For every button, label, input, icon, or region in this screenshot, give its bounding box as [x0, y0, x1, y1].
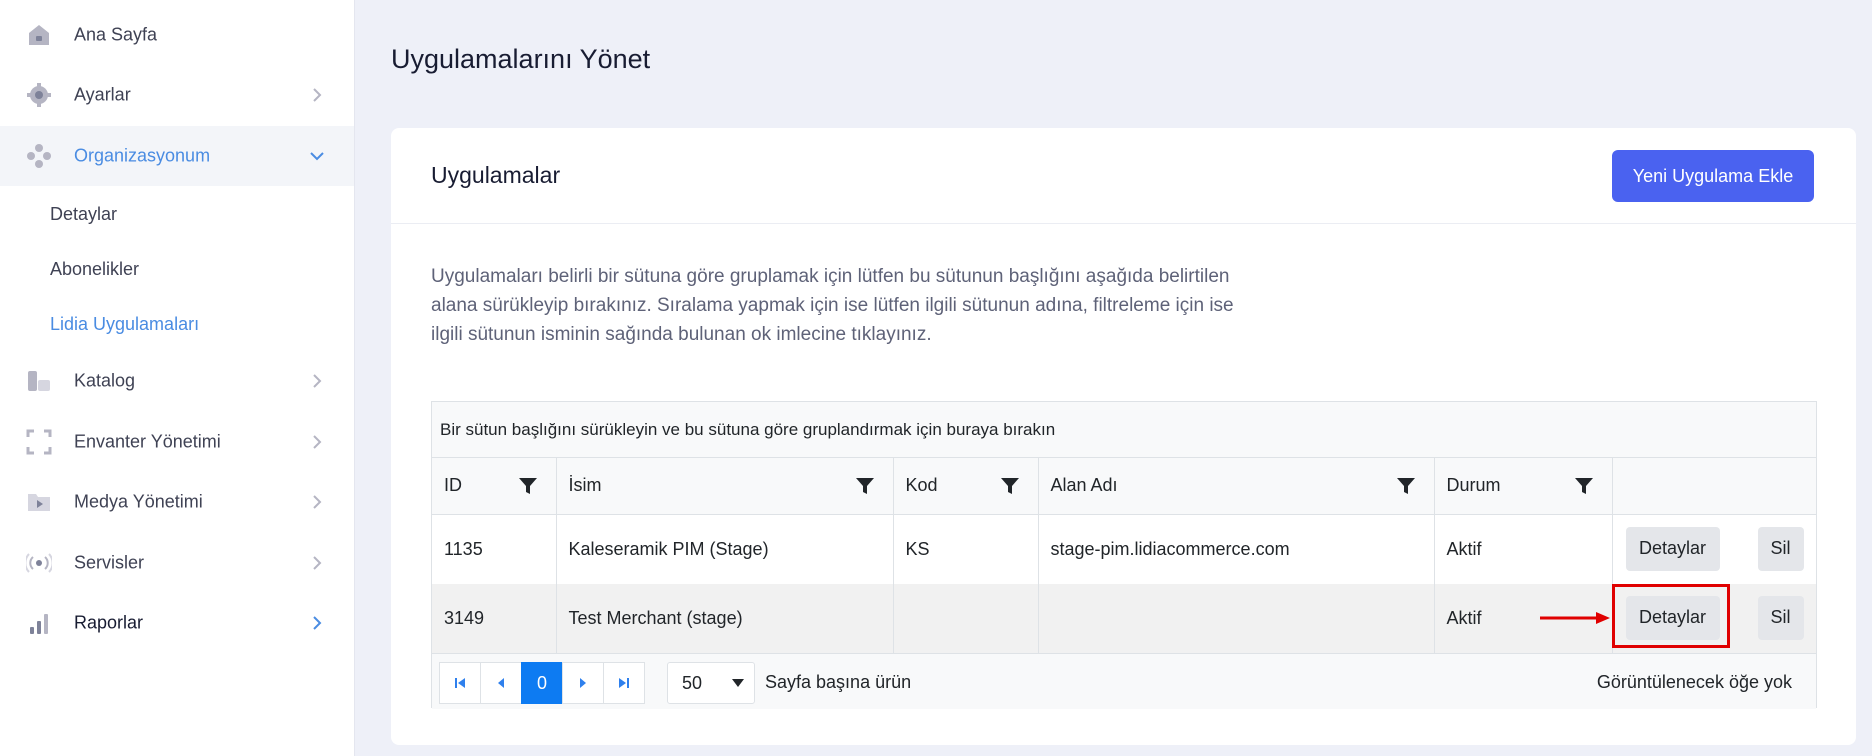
delete-button[interactable]: Sil [1757, 526, 1804, 571]
page-title: Uygulamalarını Yönet [391, 44, 651, 74]
next-page-icon [580, 678, 586, 688]
group-drop-panel[interactable]: Bir sütun başlığını sürükleyin ve bu süt… [432, 402, 1816, 458]
column-header-label: Kod [905, 475, 938, 496]
catalog-icon [24, 366, 54, 396]
gear-icon [24, 80, 54, 110]
cell-domain: stage-pim.lidiacommerce.com [1038, 514, 1435, 584]
column-header-label: ID [444, 475, 462, 496]
inventory-icon [24, 427, 54, 457]
column-header-status[interactable]: Durum [1434, 458, 1613, 515]
column-header-domain[interactable]: Alan Adı [1038, 458, 1435, 515]
applications-card: Uygulamalar Yeni Uygulama Ekle Uygulamal… [391, 128, 1856, 745]
home-icon [24, 20, 54, 50]
sidebar-item-label: Servisler [74, 552, 145, 573]
sidebar-item-label: Raporlar [74, 612, 144, 633]
grid-pager: 0 50 Sayfa başına ürün Görüntülenecek öğ… [432, 653, 1816, 709]
grid-instructions: Uygulamaları belirli bir sütuna göre gru… [431, 266, 1234, 345]
cell-code: KS [893, 514, 1039, 584]
current-page-button[interactable]: 0 [521, 662, 563, 704]
cell-status: Aktif [1434, 514, 1613, 584]
sidebar-subitem-lidia-uygulamalari[interactable]: Lidia Uygulamaları [50, 314, 199, 335]
filter-icon[interactable] [518, 476, 538, 496]
bar-chart-icon [24, 608, 54, 638]
page-size-label: Sayfa başına ürün [765, 672, 912, 692]
filter-icon[interactable] [1396, 476, 1416, 496]
sidebar-item-katalog[interactable]: Katalog [0, 351, 354, 411]
sidebar-item-envanter-yonetimi[interactable]: Envanter Yönetimi [0, 412, 354, 472]
organization-icon [24, 141, 54, 171]
previous-page-icon [498, 678, 504, 688]
cell-name: Kaleseramik PIM (Stage) [556, 514, 894, 584]
last-page-icon [619, 678, 629, 688]
cell-id: 1135 [432, 514, 557, 584]
sidebar-item-label: Ayarlar [74, 84, 131, 105]
chevron-right-icon [310, 616, 324, 630]
previous-page-button[interactable] [480, 662, 522, 704]
chevron-right-icon [310, 374, 324, 388]
column-header-label: Alan Adı [1050, 475, 1118, 496]
first-page-button[interactable] [439, 662, 481, 704]
chevron-right-icon [310, 435, 324, 449]
card-header: Uygulamalar Yeni Uygulama Ekle [391, 128, 1856, 224]
cell-actions: Detaylar Sil [1612, 514, 1816, 584]
chevron-down-icon [310, 149, 324, 163]
sidebar-subitem-detaylar[interactable]: Detaylar [50, 204, 117, 225]
add-application-button[interactable]: Yeni Uygulama Ekle [1612, 150, 1814, 202]
sidebar-item-label: Envanter Yönetimi [74, 431, 221, 452]
sidebar-item-medya-yonetimi[interactable]: Medya Yönetimi [0, 472, 354, 532]
sidebar-item-label: Ana Sayfa [74, 24, 158, 45]
sidebar-item-label: Katalog [74, 370, 136, 391]
sidebar: Ana Sayfa Ayarlar Organizasyonum Detayla… [0, 0, 355, 756]
media-folder-icon [24, 487, 54, 517]
last-page-button[interactable] [603, 662, 645, 704]
delete-button[interactable]: Sil [1757, 595, 1804, 640]
cell-code [893, 583, 1039, 653]
cell-domain [1038, 583, 1435, 653]
details-button[interactable]: Detaylar [1625, 526, 1720, 571]
table-row: 1135 Kaleseramik PIM (Stage) KS stage-pi… [432, 514, 1816, 584]
sidebar-item-raporlar[interactable]: Raporlar [0, 593, 354, 653]
cell-id: 3149 [432, 583, 557, 653]
broadcast-icon [24, 548, 54, 578]
page-size-value: 50 [682, 672, 703, 693]
sidebar-item-label: Medya Yönetimi [74, 491, 203, 512]
sidebar-item-ayarlar[interactable]: Ayarlar [0, 65, 354, 125]
highlight-box-annotation [1612, 584, 1730, 648]
column-header-actions [1612, 458, 1816, 515]
column-header-name[interactable]: İsim [556, 458, 894, 515]
page-size-select[interactable]: 50 [667, 662, 755, 704]
chevron-right-icon [310, 556, 324, 570]
sidebar-item-label: Organizasyonum [74, 145, 211, 166]
pager-buttons: 0 [439, 662, 645, 704]
filter-icon[interactable] [1574, 476, 1594, 496]
first-page-icon [455, 678, 465, 688]
pager-info: Görüntülenecek öğe yok [1596, 672, 1792, 692]
column-header-label: İsim [568, 475, 602, 496]
sidebar-item-organizasyonum[interactable]: Organizasyonum [0, 126, 354, 186]
chevron-right-icon [310, 495, 324, 509]
filter-icon[interactable] [855, 476, 875, 496]
sidebar-item-ana-sayfa[interactable]: Ana Sayfa [0, 5, 354, 65]
red-arrow-annotation [1540, 612, 1610, 624]
cell-name: Test Merchant (stage) [556, 583, 894, 653]
next-page-button[interactable] [562, 662, 604, 704]
filter-icon[interactable] [1000, 476, 1020, 496]
applications-grid: Bir sütun başlığını sürükleyin ve bu süt… [431, 401, 1817, 709]
card-title: Uygulamalar [431, 162, 561, 188]
column-header-label: Durum [1446, 475, 1501, 496]
caret-down-icon [732, 679, 744, 687]
sidebar-item-servisler[interactable]: Servisler [0, 533, 354, 593]
sidebar-subitem-abonelikler[interactable]: Abonelikler [50, 259, 139, 280]
column-header-id[interactable]: ID [432, 458, 557, 515]
column-header-code[interactable]: Kod [893, 458, 1039, 515]
chevron-right-icon [310, 88, 324, 102]
